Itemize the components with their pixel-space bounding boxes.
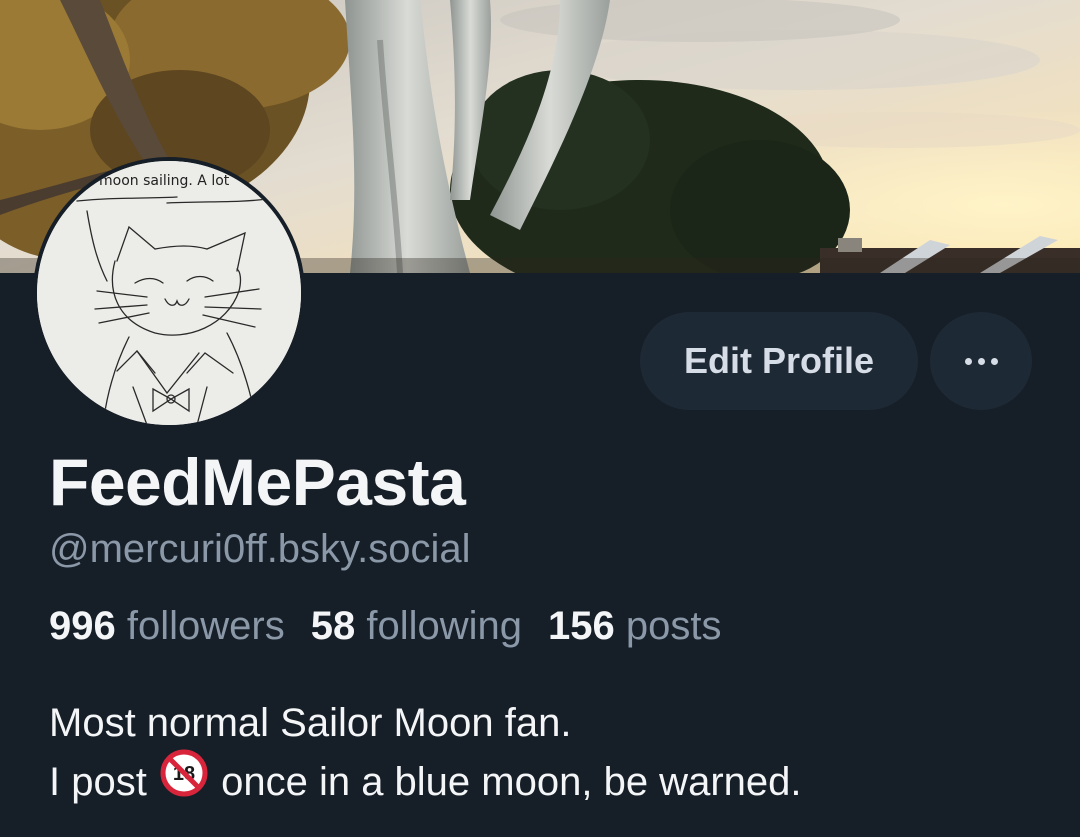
bio-line-1: Most normal Sailor Moon fan. [49, 701, 572, 745]
followers-label: followers [126, 604, 285, 648]
following-label: following [366, 604, 522, 648]
more-options-button[interactable] [930, 312, 1032, 410]
profile-page: moon sailing. A lot Edit Profile FeedMeP… [0, 0, 1080, 837]
bio-line-2: I post 18 once in a blue moon, be warned… [49, 749, 802, 814]
following-count: 58 [310, 604, 356, 648]
bio-line-2-start: I post [49, 760, 147, 804]
posts-count: 156 [548, 604, 615, 648]
ellipsis-icon [962, 357, 1001, 365]
profile-handle: @mercuri0ff.bsky.social [49, 527, 471, 571]
no-under-18-icon: 18 [160, 749, 208, 814]
followers-count: 996 [49, 604, 116, 648]
cat-drawing-image [37, 161, 301, 425]
profile-bio: Most normal Sailor Moon fan. I post 18 o… [49, 694, 801, 814]
followers-link[interactable]: 996 followers [49, 604, 285, 649]
posts-stat: 156 posts [548, 604, 721, 649]
profile-stats: 996 followers 58 following 156 posts [49, 604, 747, 649]
following-link[interactable]: 58 following [311, 604, 522, 649]
profile-avatar[interactable]: moon sailing. A lot [33, 157, 305, 429]
edit-profile-button[interactable]: Edit Profile [640, 312, 918, 410]
bio-line-2-end: once in a blue moon, be warned. [221, 760, 802, 804]
posts-label: posts [625, 604, 722, 648]
display-name: FeedMePasta [49, 445, 466, 519]
avatar-caption-text: moon sailing. A lot [99, 173, 230, 189]
